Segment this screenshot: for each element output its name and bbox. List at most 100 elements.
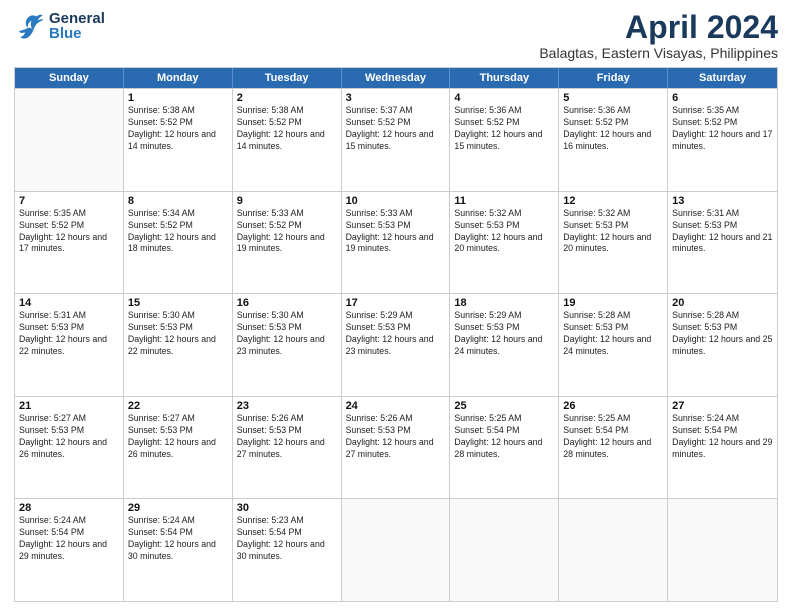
cal-cell-r3-c2: 23Sunrise: 5:26 AMSunset: 5:53 PMDayligh… [233,397,342,499]
calendar-row-3: 14Sunrise: 5:31 AMSunset: 5:53 PMDayligh… [15,293,777,396]
cal-cell-r3-c1: 22Sunrise: 5:27 AMSunset: 5:53 PMDayligh… [124,397,233,499]
cal-cell-r4-c3 [342,499,451,601]
day-info: Sunrise: 5:34 AMSunset: 5:52 PMDaylight:… [128,208,228,256]
header-tuesday: Tuesday [233,68,342,88]
calendar-header: Sunday Monday Tuesday Wednesday Thursday… [15,68,777,88]
day-number: 24 [346,400,446,412]
day-number: 14 [19,297,119,309]
cal-cell-r4-c2: 30Sunrise: 5:23 AMSunset: 5:54 PMDayligh… [233,499,342,601]
header-thursday: Thursday [450,68,559,88]
cal-cell-r1-c2: 9Sunrise: 5:33 AMSunset: 5:52 PMDaylight… [233,192,342,294]
cal-cell-r4-c6 [668,499,777,601]
calendar-row-4: 21Sunrise: 5:27 AMSunset: 5:53 PMDayligh… [15,396,777,499]
logo-icon [14,10,46,42]
cal-cell-r2-c4: 18Sunrise: 5:29 AMSunset: 5:53 PMDayligh… [450,294,559,396]
day-number: 22 [128,400,228,412]
day-number: 13 [672,195,773,207]
day-info: Sunrise: 5:27 AMSunset: 5:53 PMDaylight:… [19,413,119,461]
cal-cell-r0-c5: 5Sunrise: 5:36 AMSunset: 5:52 PMDaylight… [559,89,668,191]
day-info: Sunrise: 5:36 AMSunset: 5:52 PMDaylight:… [563,105,663,153]
day-info: Sunrise: 5:26 AMSunset: 5:53 PMDaylight:… [237,413,337,461]
cal-cell-r2-c5: 19Sunrise: 5:28 AMSunset: 5:53 PMDayligh… [559,294,668,396]
header-friday: Friday [559,68,668,88]
day-info: Sunrise: 5:25 AMSunset: 5:54 PMDaylight:… [454,413,554,461]
day-number: 21 [19,400,119,412]
logo-general-text: General [49,11,105,26]
cal-cell-r3-c4: 25Sunrise: 5:25 AMSunset: 5:54 PMDayligh… [450,397,559,499]
main-title: April 2024 [539,10,778,45]
calendar-row-1: 1Sunrise: 5:38 AMSunset: 5:52 PMDaylight… [15,88,777,191]
day-number: 2 [237,92,337,104]
day-info: Sunrise: 5:32 AMSunset: 5:53 PMDaylight:… [454,208,554,256]
cal-cell-r3-c5: 26Sunrise: 5:25 AMSunset: 5:54 PMDayligh… [559,397,668,499]
day-info: Sunrise: 5:23 AMSunset: 5:54 PMDaylight:… [237,515,337,563]
cal-cell-r0-c2: 2Sunrise: 5:38 AMSunset: 5:52 PMDaylight… [233,89,342,191]
day-info: Sunrise: 5:26 AMSunset: 5:53 PMDaylight:… [346,413,446,461]
cal-cell-r1-c5: 12Sunrise: 5:32 AMSunset: 5:53 PMDayligh… [559,192,668,294]
day-number: 30 [237,502,337,514]
day-info: Sunrise: 5:25 AMSunset: 5:54 PMDaylight:… [563,413,663,461]
logo: General Blue [14,10,105,42]
day-number: 12 [563,195,663,207]
cal-cell-r3-c6: 27Sunrise: 5:24 AMSunset: 5:54 PMDayligh… [668,397,777,499]
cal-cell-r2-c1: 15Sunrise: 5:30 AMSunset: 5:53 PMDayligh… [124,294,233,396]
header-monday: Monday [124,68,233,88]
day-number: 4 [454,92,554,104]
day-number: 25 [454,400,554,412]
cal-cell-r0-c0 [15,89,124,191]
calendar-body: 1Sunrise: 5:38 AMSunset: 5:52 PMDaylight… [15,88,777,601]
day-info: Sunrise: 5:28 AMSunset: 5:53 PMDaylight:… [563,310,663,358]
cal-cell-r2-c0: 14Sunrise: 5:31 AMSunset: 5:53 PMDayligh… [15,294,124,396]
day-number: 16 [237,297,337,309]
day-info: Sunrise: 5:31 AMSunset: 5:53 PMDaylight:… [672,208,773,256]
day-info: Sunrise: 5:24 AMSunset: 5:54 PMDaylight:… [672,413,773,461]
day-number: 29 [128,502,228,514]
cal-cell-r3-c0: 21Sunrise: 5:27 AMSunset: 5:53 PMDayligh… [15,397,124,499]
day-number: 23 [237,400,337,412]
page: General Blue April 2024 Balagtas, Easter… [0,0,792,612]
day-number: 15 [128,297,228,309]
day-number: 6 [672,92,773,104]
day-number: 10 [346,195,446,207]
header: General Blue April 2024 Balagtas, Easter… [14,10,778,61]
cal-cell-r1-c1: 8Sunrise: 5:34 AMSunset: 5:52 PMDaylight… [124,192,233,294]
day-number: 18 [454,297,554,309]
day-info: Sunrise: 5:33 AMSunset: 5:53 PMDaylight:… [346,208,446,256]
day-info: Sunrise: 5:27 AMSunset: 5:53 PMDaylight:… [128,413,228,461]
day-info: Sunrise: 5:36 AMSunset: 5:52 PMDaylight:… [454,105,554,153]
cal-cell-r0-c6: 6Sunrise: 5:35 AMSunset: 5:52 PMDaylight… [668,89,777,191]
logo-blue-text: Blue [49,26,105,41]
day-number: 3 [346,92,446,104]
day-info: Sunrise: 5:31 AMSunset: 5:53 PMDaylight:… [19,310,119,358]
day-number: 19 [563,297,663,309]
cal-cell-r2-c6: 20Sunrise: 5:28 AMSunset: 5:53 PMDayligh… [668,294,777,396]
day-info: Sunrise: 5:38 AMSunset: 5:52 PMDaylight:… [128,105,228,153]
day-info: Sunrise: 5:24 AMSunset: 5:54 PMDaylight:… [19,515,119,563]
day-number: 5 [563,92,663,104]
cal-cell-r1-c4: 11Sunrise: 5:32 AMSunset: 5:53 PMDayligh… [450,192,559,294]
day-number: 17 [346,297,446,309]
header-wednesday: Wednesday [342,68,451,88]
day-number: 9 [237,195,337,207]
day-number: 26 [563,400,663,412]
cal-cell-r2-c2: 16Sunrise: 5:30 AMSunset: 5:53 PMDayligh… [233,294,342,396]
day-info: Sunrise: 5:29 AMSunset: 5:53 PMDaylight:… [454,310,554,358]
day-info: Sunrise: 5:24 AMSunset: 5:54 PMDaylight:… [128,515,228,563]
day-number: 11 [454,195,554,207]
day-number: 20 [672,297,773,309]
day-number: 27 [672,400,773,412]
day-number: 7 [19,195,119,207]
cal-cell-r4-c4 [450,499,559,601]
day-number: 28 [19,502,119,514]
calendar-row-2: 7Sunrise: 5:35 AMSunset: 5:52 PMDaylight… [15,191,777,294]
cal-cell-r1-c6: 13Sunrise: 5:31 AMSunset: 5:53 PMDayligh… [668,192,777,294]
day-number: 1 [128,92,228,104]
day-info: Sunrise: 5:32 AMSunset: 5:53 PMDaylight:… [563,208,663,256]
title-block: April 2024 Balagtas, Eastern Visayas, Ph… [539,10,778,61]
day-info: Sunrise: 5:28 AMSunset: 5:53 PMDaylight:… [672,310,773,358]
day-info: Sunrise: 5:37 AMSunset: 5:52 PMDaylight:… [346,105,446,153]
day-info: Sunrise: 5:29 AMSunset: 5:53 PMDaylight:… [346,310,446,358]
cal-cell-r4-c1: 29Sunrise: 5:24 AMSunset: 5:54 PMDayligh… [124,499,233,601]
logo-text: General Blue [49,11,105,41]
cal-cell-r1-c3: 10Sunrise: 5:33 AMSunset: 5:53 PMDayligh… [342,192,451,294]
